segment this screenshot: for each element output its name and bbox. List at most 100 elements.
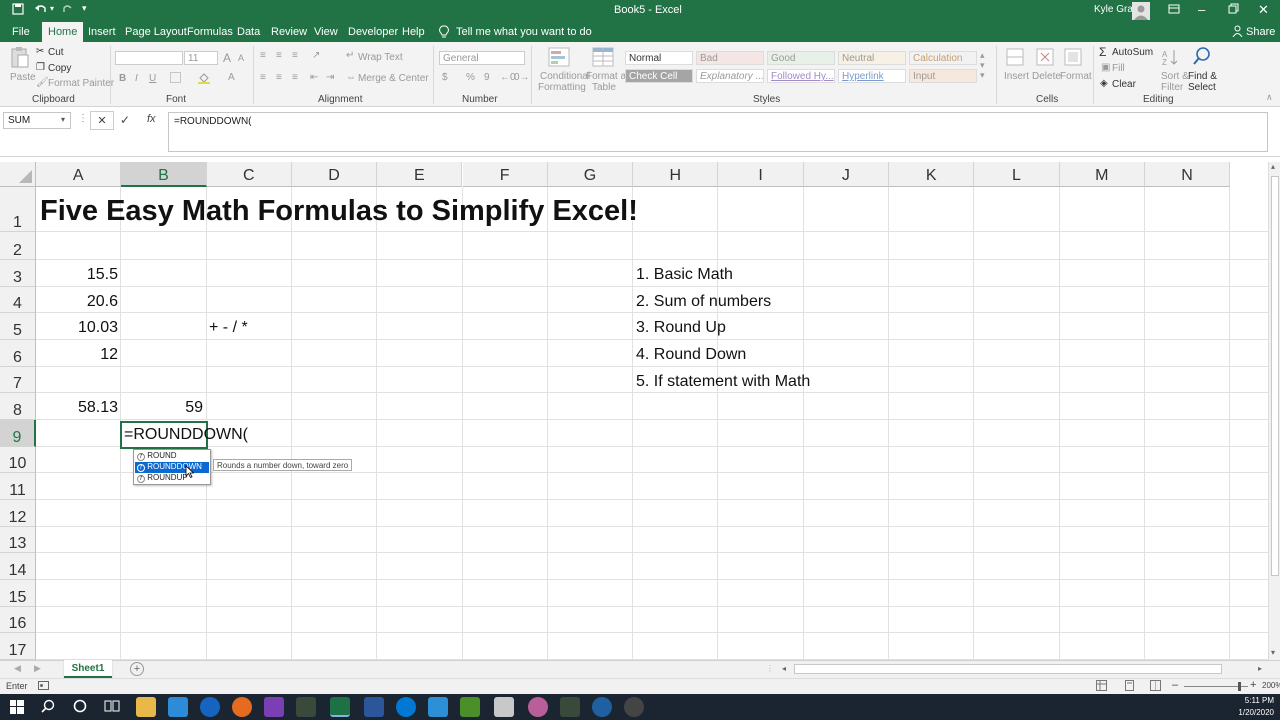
windows-start-icon[interactable] (10, 700, 24, 717)
delete-cells-button[interactable]: Delete (1032, 71, 1061, 82)
redo-icon[interactable] (62, 3, 74, 18)
enter-formula-button[interactable]: ✓ (120, 113, 130, 127)
tab-home[interactable]: Home (42, 22, 84, 42)
conditional-formatting-label-2[interactable]: Formatting (538, 82, 586, 93)
column-header-n[interactable]: N (1144, 162, 1231, 187)
tab-developer[interactable]: Developer (348, 26, 398, 38)
tell-me-search[interactable]: Tell me what you want to do (456, 26, 592, 38)
tab-data[interactable]: Data (237, 26, 260, 38)
row-header-17[interactable]: 17 (0, 633, 36, 660)
undo-dropdown-icon[interactable]: ▾ (50, 4, 54, 13)
cortana-icon[interactable] (73, 699, 87, 716)
mail-icon[interactable] (168, 697, 188, 717)
xyz-app-2-icon[interactable] (560, 697, 580, 717)
row-header-1[interactable]: 1 (0, 187, 36, 232)
tab-page-layout[interactable]: Page Layout (125, 26, 187, 38)
cell-a8[interactable]: 58.13 (40, 399, 118, 417)
format-painter-button[interactable]: Format Painter (48, 78, 114, 89)
save-icon[interactable] (12, 3, 24, 18)
normal-view-icon[interactable] (1096, 680, 1107, 693)
insert-cells-icon[interactable] (1006, 48, 1024, 69)
vertical-scrollbar-track[interactable]: ▴ ▾ (1268, 162, 1280, 660)
autosum-icon[interactable]: Σ (1099, 45, 1106, 59)
conditional-formatting-label-1[interactable]: Conditional (540, 71, 590, 82)
clock-app-icon[interactable] (624, 697, 644, 717)
percent-button[interactable]: % (466, 72, 475, 83)
style-normal[interactable]: Normal (625, 51, 693, 65)
row-header-15[interactable]: 15 (0, 580, 36, 607)
paste-button[interactable]: Paste (10, 72, 36, 83)
green-app-icon[interactable] (460, 697, 480, 717)
align-left-icon[interactable]: ≡ (260, 72, 266, 83)
align-center-icon[interactable]: ≡ (276, 72, 282, 83)
zoom-level[interactable]: 200% (1262, 681, 1280, 690)
style-followed-hyperlink[interactable]: Followed Hy... (767, 69, 835, 83)
cell-a6[interactable]: 12 (40, 346, 118, 364)
new-sheet-button[interactable]: + (130, 662, 144, 676)
firefox-icon[interactable] (232, 697, 252, 717)
copy-button[interactable]: Copy (48, 63, 71, 74)
sort-filter-icon[interactable]: AZ (1162, 48, 1180, 69)
merge-center-button[interactable]: Merge & Center (358, 73, 429, 84)
avatar[interactable] (1132, 2, 1150, 20)
taskbar-time[interactable]: 5:11 PM (1238, 696, 1274, 705)
fill-button[interactable]: Fill (1112, 63, 1125, 74)
customize-toolbar-icon[interactable]: ▾ (82, 3, 87, 14)
formula-input[interactable]: =ROUNDDOWN( (168, 112, 1268, 152)
row-header-3[interactable]: 3 (0, 260, 36, 287)
cut-button[interactable]: Cut (48, 47, 64, 58)
grow-font-button[interactable]: A (223, 51, 231, 65)
align-bottom-icon[interactable]: ≡ (292, 50, 298, 61)
taskbar-date[interactable]: 1/20/2020 (1232, 708, 1274, 717)
page-layout-view-icon[interactable] (1124, 680, 1135, 693)
paint-icon[interactable] (528, 697, 548, 717)
align-right-icon[interactable]: ≡ (292, 72, 298, 83)
column-header-c[interactable]: C (206, 162, 292, 187)
cell-a5[interactable]: 10.03 (40, 319, 118, 337)
delete-cells-icon[interactable] (1036, 48, 1054, 69)
column-header-a[interactable]: A (36, 162, 122, 187)
row-header-11[interactable]: 11 (0, 473, 36, 500)
orientation-icon[interactable]: ↗ (312, 50, 320, 61)
format-cells-button[interactable]: Format (1060, 71, 1092, 82)
clear-button[interactable]: Clear (1112, 79, 1136, 90)
row-header-6[interactable]: 6 (0, 340, 36, 367)
align-middle-icon[interactable]: ≡ (276, 50, 282, 61)
tab-insert[interactable]: Insert (88, 26, 116, 38)
excel-taskbar-icon[interactable] (330, 697, 350, 717)
column-header-b[interactable]: B (121, 162, 207, 187)
scissors-icon[interactable]: ✂ (36, 46, 44, 57)
autosum-button[interactable]: AutoSum (1112, 47, 1153, 58)
style-good[interactable]: Good (767, 51, 835, 65)
close-icon[interactable]: ✕ (1258, 2, 1269, 18)
cell-a3[interactable]: 15.5 (40, 266, 118, 284)
row-header-5[interactable]: 5 (0, 313, 36, 340)
style-calculation[interactable]: Calculation (909, 51, 977, 65)
undo-icon[interactable] (34, 3, 48, 18)
vertical-scroll-thumb[interactable] (1271, 176, 1279, 576)
cell-a1-title[interactable]: Five Easy Math Formulas to Simplify Exce… (40, 195, 638, 228)
row-header-16[interactable]: 16 (0, 607, 36, 633)
format-as-table-label-2[interactable]: Table (592, 82, 616, 93)
skype-icon[interactable] (396, 697, 416, 717)
format-as-table-icon[interactable] (592, 46, 614, 71)
merge-icon[interactable]: ⇔ (346, 72, 356, 83)
prev-sheet-icon[interactable]: ◀ (14, 663, 21, 674)
fill-color-icon[interactable] (198, 72, 210, 87)
store-icon[interactable] (428, 697, 448, 717)
underline-button[interactable]: U (149, 73, 156, 84)
format-painter-icon[interactable]: 🖌 (36, 77, 49, 88)
cell-c5[interactable]: + - / * (209, 319, 248, 337)
style-neutral[interactable]: Neutral (838, 51, 906, 65)
decrease-indent-icon[interactable]: ⇤ (310, 72, 318, 83)
globe-app-icon[interactable] (592, 697, 612, 717)
increase-indent-icon[interactable]: ⇥ (326, 72, 334, 83)
scroll-up-icon[interactable]: ▴ (1271, 162, 1275, 171)
row-header-8[interactable]: 8 (0, 393, 36, 420)
font-size-box[interactable]: 11 (184, 51, 218, 65)
restore-icon[interactable] (1228, 3, 1239, 17)
autocomplete-item-round[interactable]: f ROUND (135, 451, 209, 462)
column-header-d[interactable]: D (291, 162, 378, 187)
style-check-cell[interactable]: Check Cell (625, 69, 693, 83)
tab-view[interactable]: View (314, 26, 338, 38)
